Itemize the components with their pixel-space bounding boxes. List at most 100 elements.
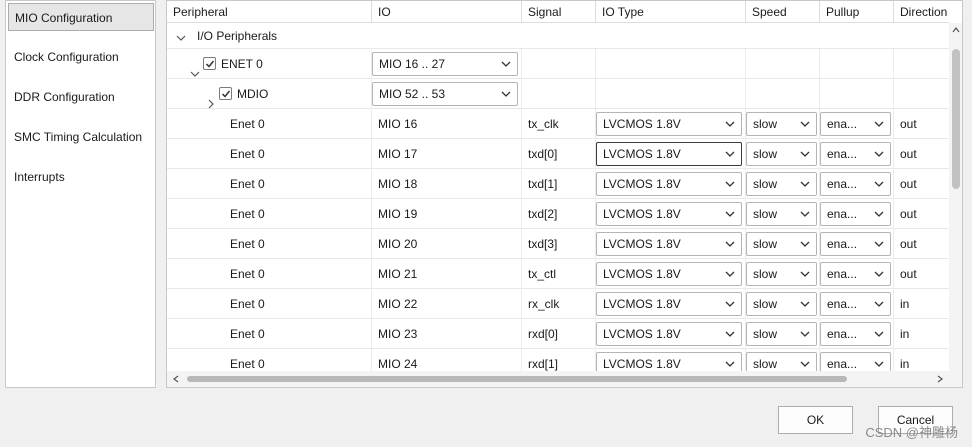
chevron-down-icon[interactable] xyxy=(175,30,187,44)
nav-item-interrupts[interactable]: Interrupts xyxy=(8,163,154,191)
scroll-up-icon[interactable] xyxy=(952,27,960,33)
io-select-value: MIO 16 .. 27 xyxy=(379,57,446,71)
peripheral-cell: Enet 0 xyxy=(167,319,372,349)
io-type-select[interactable]: LVCMOS 1.8V xyxy=(596,202,742,226)
column-header-pullup[interactable]: Pullup xyxy=(820,1,894,23)
speed-select[interactable]: slow xyxy=(746,292,817,316)
io-type-select[interactable]: LVCMOS 1.8V xyxy=(596,262,742,286)
pullup-select[interactable]: ena... xyxy=(820,262,891,286)
table-row: Enet 0 MIO 23 rxd[0] LVCMOS 1.8V slow en… xyxy=(167,319,949,349)
io-cell: MIO 52 .. 53 xyxy=(372,79,522,109)
peripheral-cell: Enet 0 xyxy=(167,289,372,319)
pullup-value: ena... xyxy=(827,117,858,131)
io-type-select[interactable]: LVCMOS 1.8V xyxy=(596,232,742,256)
direction-cell: in xyxy=(900,297,910,311)
chevron-down-icon xyxy=(725,121,735,127)
io-type-cell xyxy=(596,79,746,109)
nav-item-mio-configuration[interactable]: MIO Configuration xyxy=(8,3,154,31)
enet0-checkbox[interactable] xyxy=(203,57,216,70)
chevron-down-icon xyxy=(874,241,884,247)
table-row: Enet 0 MIO 22 rx_clk LVCMOS 1.8V slow en… xyxy=(167,289,949,319)
column-header-direction[interactable]: Direction xyxy=(894,1,954,23)
scroll-right-icon[interactable] xyxy=(937,375,943,383)
io-type-select[interactable]: LVCMOS 1.8V xyxy=(596,322,742,346)
chevron-right-icon[interactable] xyxy=(205,88,217,109)
speed-select[interactable]: slow xyxy=(746,172,817,196)
io-cell: MIO 21 xyxy=(372,259,522,289)
pullup-value: ena... xyxy=(827,177,858,191)
table-row: Enet 0 MIO 16 tx_clk LVCMOS 1.8V slow en… xyxy=(167,109,949,139)
nav-item-ddr-configuration[interactable]: DDR Configuration xyxy=(8,83,154,111)
chevron-down-icon xyxy=(725,361,735,367)
speed-value: slow xyxy=(753,237,778,251)
pullup-select[interactable]: ena... xyxy=(820,172,891,196)
column-header-speed[interactable]: Speed xyxy=(746,1,820,23)
speed-select[interactable]: slow xyxy=(746,142,817,166)
direction-cell: out xyxy=(900,147,917,161)
io-type-select[interactable]: LVCMOS 1.8V xyxy=(596,172,742,196)
tree-row-mdio: MDIO MIO 52 .. 53 xyxy=(167,79,949,109)
vertical-scroll-thumb[interactable] xyxy=(952,49,960,189)
io-type-select[interactable]: LVCMOS 1.8V xyxy=(596,142,742,166)
pullup-select[interactable]: ena... xyxy=(820,232,891,256)
nav-item-smc-timing-calculation[interactable]: SMC Timing Calculation xyxy=(8,123,154,151)
peripheral-cell: Enet 0 xyxy=(167,229,372,259)
vertical-scrollbar[interactable] xyxy=(949,23,962,371)
horizontal-scroll-thumb[interactable] xyxy=(187,376,847,382)
io-type-cell: LVCMOS 1.8V xyxy=(596,199,746,229)
pullup-cell: ena... xyxy=(820,199,894,229)
pullup-cell: ena... xyxy=(820,229,894,259)
speed-select[interactable]: slow xyxy=(746,232,817,256)
column-header-io[interactable]: IO xyxy=(372,1,522,23)
column-header-signal[interactable]: Signal xyxy=(522,1,596,23)
ok-button[interactable]: OK xyxy=(778,406,853,434)
chevron-down-icon xyxy=(725,241,735,247)
table-row: Enet 0 MIO 21 tx_ctl LVCMOS 1.8V slow en… xyxy=(167,259,949,289)
speed-select[interactable]: slow xyxy=(746,322,817,346)
speed-value: slow xyxy=(753,267,778,281)
io-type-select[interactable]: LVCMOS 1.8V xyxy=(596,292,742,316)
io-type-value: LVCMOS 1.8V xyxy=(603,207,681,221)
horizontal-scrollbar[interactable] xyxy=(167,371,949,387)
io-cell: MIO 17 xyxy=(372,139,522,169)
enet0-io-select[interactable]: MIO 16 .. 27 xyxy=(372,52,518,76)
pullup-select[interactable]: ena... xyxy=(820,292,891,316)
nav-item-clock-configuration[interactable]: Clock Configuration xyxy=(8,43,154,71)
io-type-value: LVCMOS 1.8V xyxy=(603,297,681,311)
chevron-down-icon[interactable] xyxy=(189,58,201,79)
signal-cell: txd[2] xyxy=(522,199,596,229)
peripheral-cell: Enet 0 xyxy=(167,199,372,229)
pullup-select[interactable]: ena... xyxy=(820,202,891,226)
pullup-cell: ena... xyxy=(820,139,894,169)
pullup-cell: ena... xyxy=(820,259,894,289)
io-cell: MIO 18 xyxy=(372,169,522,199)
column-header-peripheral[interactable]: Peripheral xyxy=(167,1,372,23)
chevron-down-icon xyxy=(725,331,735,337)
direction-cell: out xyxy=(900,207,917,221)
mdio-checkbox[interactable] xyxy=(219,87,232,100)
io-type-select[interactable]: LVCMOS 1.8V xyxy=(596,112,742,136)
speed-select[interactable]: slow xyxy=(746,112,817,136)
chevron-down-icon xyxy=(800,271,810,277)
speed-cell: slow xyxy=(746,139,820,169)
pullup-select[interactable]: ena... xyxy=(820,322,891,346)
speed-select[interactable]: slow xyxy=(746,262,817,286)
speed-cell xyxy=(746,79,820,109)
pullup-select[interactable]: ena... xyxy=(820,112,891,136)
io-type-value: LVCMOS 1.8V xyxy=(603,327,681,341)
check-icon xyxy=(205,60,215,68)
peripheral-cell: ENET 0 xyxy=(167,49,372,79)
io-type-cell: LVCMOS 1.8V xyxy=(596,259,746,289)
io-type-value: LVCMOS 1.8V xyxy=(603,177,681,191)
speed-select[interactable]: slow xyxy=(746,202,817,226)
scroll-left-icon[interactable] xyxy=(173,375,179,383)
column-header-io-type[interactable]: IO Type xyxy=(596,1,746,23)
pullup-select[interactable]: ena... xyxy=(820,142,891,166)
enet0-label: ENET 0 xyxy=(221,57,263,71)
io-type-cell: LVCMOS 1.8V xyxy=(596,109,746,139)
io-type-cell: LVCMOS 1.8V xyxy=(596,139,746,169)
scroll-corner xyxy=(949,371,962,387)
mdio-io-select[interactable]: MIO 52 .. 53 xyxy=(372,82,518,106)
chevron-down-icon xyxy=(501,91,511,97)
group-label: I/O Peripherals xyxy=(197,29,278,43)
